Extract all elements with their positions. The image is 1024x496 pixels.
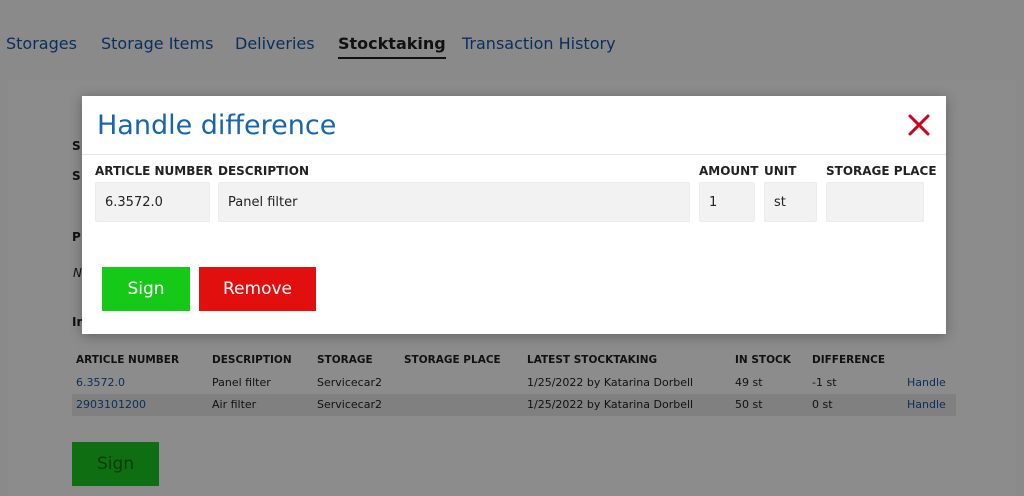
column-header-in-stock: IN STOCK: [735, 354, 791, 366]
close-icon[interactable]: [906, 112, 932, 138]
table-header-row: ARTICLE NUMBER DESCRIPTION STORAGE STORA…: [72, 350, 956, 372]
in-stock-cell: 50 st: [735, 398, 763, 411]
dialog-title: Handle difference: [97, 110, 337, 141]
obscured-label: S: [72, 139, 81, 153]
description-cell: Air filter: [212, 398, 257, 411]
difference-cell: 0 st: [812, 398, 833, 411]
handle-link[interactable]: Handle: [907, 376, 946, 389]
storage-place-field[interactable]: [826, 182, 924, 222]
column-header-difference: DIFFERENCE: [812, 354, 886, 366]
remove-button[interactable]: Remove: [199, 267, 316, 311]
dialog-divider: [82, 154, 946, 155]
article-number-link[interactable]: 2903101200: [76, 398, 146, 411]
sign-button[interactable]: Sign: [102, 267, 190, 311]
column-header-latest-stocktaking: LATEST STOCKTAKING: [527, 354, 658, 366]
storage-place-label: STORAGE PLACE: [826, 164, 937, 178]
table-row: 2903101200 Air filter Servicecar2 1/25/2…: [72, 394, 956, 416]
handle-difference-dialog: Handle difference ARTICLE NUMBER DESCRIP…: [82, 96, 946, 334]
top-navigation: Storages Storage Items Deliveries Stockt…: [0, 0, 1024, 80]
nav-deliveries[interactable]: Deliveries: [235, 34, 315, 53]
column-header-storage-place: STORAGE PLACE: [404, 354, 501, 366]
storage-cell: Servicecar2: [317, 376, 382, 389]
nav-stocktaking[interactable]: Stocktaking: [338, 34, 446, 59]
unit-field[interactable]: [764, 182, 817, 222]
obscured-label: N: [73, 266, 82, 280]
latest-stocktaking-cell: 1/25/2022 by Katarina Dorbell: [527, 376, 694, 389]
article-number-link[interactable]: 6.3572.0: [76, 376, 125, 389]
storage-cell: Servicecar2: [317, 398, 382, 411]
unit-label: UNIT: [764, 164, 797, 178]
nav-storages[interactable]: Storages: [6, 34, 77, 53]
obscured-label: S: [72, 169, 81, 183]
description-cell: Panel filter: [212, 376, 271, 389]
handle-link[interactable]: Handle: [907, 398, 946, 411]
column-header-storage: STORAGE: [317, 354, 373, 366]
article-number-label: ARTICLE NUMBER: [95, 164, 213, 178]
column-header-article-number: ARTICLE NUMBER: [76, 354, 180, 366]
amount-field[interactable]: [699, 182, 755, 222]
column-header-description: DESCRIPTION: [212, 354, 292, 366]
description-field[interactable]: [218, 182, 690, 222]
nav-transaction-history[interactable]: Transaction History: [462, 34, 616, 53]
article-number-field[interactable]: [95, 182, 210, 222]
stocktaking-items-table: ARTICLE NUMBER DESCRIPTION STORAGE STORA…: [72, 350, 956, 416]
obscured-label: P: [72, 230, 81, 244]
difference-cell: -1 st: [812, 376, 837, 389]
description-label: DESCRIPTION: [218, 164, 310, 178]
latest-stocktaking-cell: 1/25/2022 by Katarina Dorbell: [527, 398, 694, 411]
page-sign-button[interactable]: Sign: [72, 442, 159, 486]
in-stock-cell: 49 st: [735, 376, 763, 389]
table-row: 6.3572.0 Panel filter Servicecar2 1/25/2…: [72, 372, 956, 394]
amount-label: AMOUNT: [699, 164, 759, 178]
nav-storage-items[interactable]: Storage Items: [101, 34, 213, 53]
